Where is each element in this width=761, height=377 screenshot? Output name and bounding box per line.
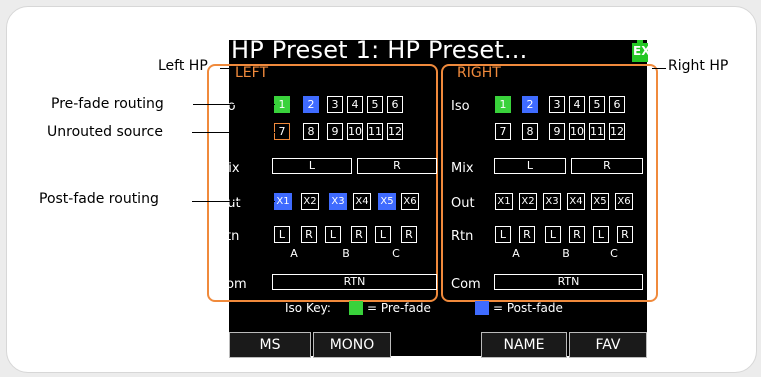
left-mix-l[interactable]: L bbox=[272, 158, 352, 174]
callout-pre-fade-line bbox=[193, 104, 275, 105]
callout-unrouted-line bbox=[192, 132, 275, 133]
left-iso-11[interactable]: 11 bbox=[367, 123, 383, 140]
callout-post-fade: Post-fade routing bbox=[39, 191, 159, 207]
right-rtn-b-r[interactable]: R bbox=[569, 226, 585, 243]
left-iso-1[interactable]: 1 bbox=[274, 96, 290, 113]
right-iso-2[interactable]: 2 bbox=[522, 96, 538, 113]
iso-key: Iso Key: = Pre-fade = Post-fade bbox=[229, 298, 647, 320]
left-rtn-a-l[interactable]: L bbox=[274, 226, 290, 243]
right-out-x5[interactable]: X5 bbox=[591, 193, 609, 210]
left-com-rtn[interactable]: RTN bbox=[272, 274, 437, 290]
right-iso-8[interactable]: 8 bbox=[522, 123, 538, 140]
out-label-left: Out bbox=[217, 196, 241, 211]
left-rtn-b-l[interactable]: L bbox=[325, 226, 341, 243]
callout-post-fade-line bbox=[192, 201, 275, 202]
iso-key-post: = Post-fade bbox=[493, 301, 563, 315]
ms-softkey[interactable]: MS bbox=[229, 332, 311, 358]
left-rtn-c-l[interactable]: L bbox=[375, 226, 391, 243]
left-iso-7[interactable]: 7 bbox=[274, 123, 290, 140]
right-rtn-group-c: C bbox=[610, 247, 618, 260]
rtn-label-left: Rtn bbox=[217, 229, 240, 244]
name-softkey[interactable]: NAME bbox=[481, 332, 567, 358]
left-iso-5[interactable]: 5 bbox=[367, 96, 383, 113]
right-rtn-group-a: A bbox=[512, 247, 520, 260]
right-rtn-group-b: B bbox=[562, 247, 570, 260]
left-out-x6[interactable]: X6 bbox=[401, 193, 419, 210]
right-iso-11[interactable]: 11 bbox=[589, 123, 605, 140]
right-out-x2[interactable]: X2 bbox=[519, 193, 537, 210]
out-label-right: Out bbox=[451, 196, 475, 211]
right-header: RIGHT bbox=[457, 65, 501, 81]
battery-icon: EX bbox=[632, 40, 650, 62]
right-out-x1[interactable]: X1 bbox=[495, 193, 513, 210]
left-iso-6[interactable]: 6 bbox=[387, 96, 403, 113]
left-iso-2[interactable]: 2 bbox=[303, 96, 319, 113]
com-label-right: Com bbox=[451, 277, 481, 292]
iso-label-right: Iso bbox=[451, 99, 470, 114]
callout-left-hp: Left HP bbox=[158, 58, 208, 74]
left-iso-8[interactable]: 8 bbox=[303, 123, 319, 140]
com-label-left: Com bbox=[217, 277, 247, 292]
iso-key-pre: = Pre-fade bbox=[367, 301, 431, 315]
right-iso-9[interactable]: 9 bbox=[549, 123, 565, 140]
right-rtn-a-l[interactable]: L bbox=[495, 226, 511, 243]
left-header: LEFT bbox=[235, 65, 269, 81]
iso-label-left: Iso bbox=[217, 99, 236, 114]
post-fade-swatch bbox=[475, 301, 489, 315]
left-iso-10[interactable]: 10 bbox=[347, 123, 363, 140]
right-out-x6[interactable]: X6 bbox=[615, 193, 633, 210]
right-iso-12[interactable]: 12 bbox=[609, 123, 625, 140]
right-iso-7[interactable]: 7 bbox=[495, 123, 511, 140]
right-iso-4[interactable]: 4 bbox=[569, 96, 585, 113]
mono-softkey[interactable]: MONO bbox=[313, 332, 391, 358]
right-rtn-c-r[interactable]: R bbox=[617, 226, 633, 243]
pre-fade-swatch bbox=[349, 301, 363, 315]
right-out-x3[interactable]: X3 bbox=[543, 193, 561, 210]
right-iso-1[interactable]: 1 bbox=[495, 96, 511, 113]
right-iso-10[interactable]: 10 bbox=[569, 123, 585, 140]
left-rtn-group-b: B bbox=[342, 247, 350, 260]
right-rtn-c-l[interactable]: L bbox=[593, 226, 609, 243]
right-out-x4[interactable]: X4 bbox=[567, 193, 585, 210]
right-iso-6[interactable]: 6 bbox=[609, 96, 625, 113]
callout-unrouted: Unrouted source bbox=[47, 124, 163, 140]
left-out-x4[interactable]: X4 bbox=[353, 193, 371, 210]
right-iso-3[interactable]: 3 bbox=[549, 96, 565, 113]
left-iso-9[interactable]: 9 bbox=[327, 123, 343, 140]
left-mix-r[interactable]: R bbox=[357, 158, 437, 174]
left-rtn-group-c: C bbox=[392, 247, 400, 260]
left-rtn-b-r[interactable]: R bbox=[351, 226, 367, 243]
mix-label-left: Mix bbox=[217, 161, 240, 176]
device-screen: HP Preset 1: HP Preset... EX LEFT RIGHT … bbox=[207, 36, 658, 358]
callout-right-hp-line bbox=[652, 68, 666, 69]
rtn-label-right: Rtn bbox=[451, 229, 474, 244]
right-com-rtn[interactable]: RTN bbox=[494, 274, 643, 290]
left-out-x2[interactable]: X2 bbox=[301, 193, 319, 210]
left-rtn-c-r[interactable]: R bbox=[401, 226, 417, 243]
right-iso-5[interactable]: 5 bbox=[589, 96, 605, 113]
left-out-x3[interactable]: X3 bbox=[329, 193, 347, 210]
left-iso-4[interactable]: 4 bbox=[347, 96, 363, 113]
callout-left-hp-line bbox=[220, 68, 234, 69]
callout-right-hp: Right HP bbox=[668, 58, 729, 74]
right-mix-r[interactable]: R bbox=[571, 158, 643, 174]
right-mix-l[interactable]: L bbox=[494, 158, 566, 174]
left-rtn-group-a: A bbox=[290, 247, 298, 260]
left-rtn-a-r[interactable]: R bbox=[301, 226, 317, 243]
fav-softkey[interactable]: FAV bbox=[569, 332, 647, 358]
callout-pre-fade: Pre-fade routing bbox=[51, 96, 164, 112]
screen-title: HP Preset 1: HP Preset... bbox=[231, 36, 528, 64]
left-out-x5[interactable]: X5 bbox=[378, 193, 396, 210]
right-rtn-b-l[interactable]: L bbox=[545, 226, 561, 243]
left-iso-12[interactable]: 12 bbox=[387, 123, 403, 140]
left-out-x1[interactable]: X1 bbox=[274, 193, 292, 210]
left-hp-panel bbox=[207, 64, 438, 302]
mix-label-right: Mix bbox=[451, 161, 474, 176]
right-rtn-a-r[interactable]: R bbox=[519, 226, 535, 243]
iso-key-label: Iso Key: bbox=[285, 301, 331, 315]
left-iso-3[interactable]: 3 bbox=[327, 96, 343, 113]
